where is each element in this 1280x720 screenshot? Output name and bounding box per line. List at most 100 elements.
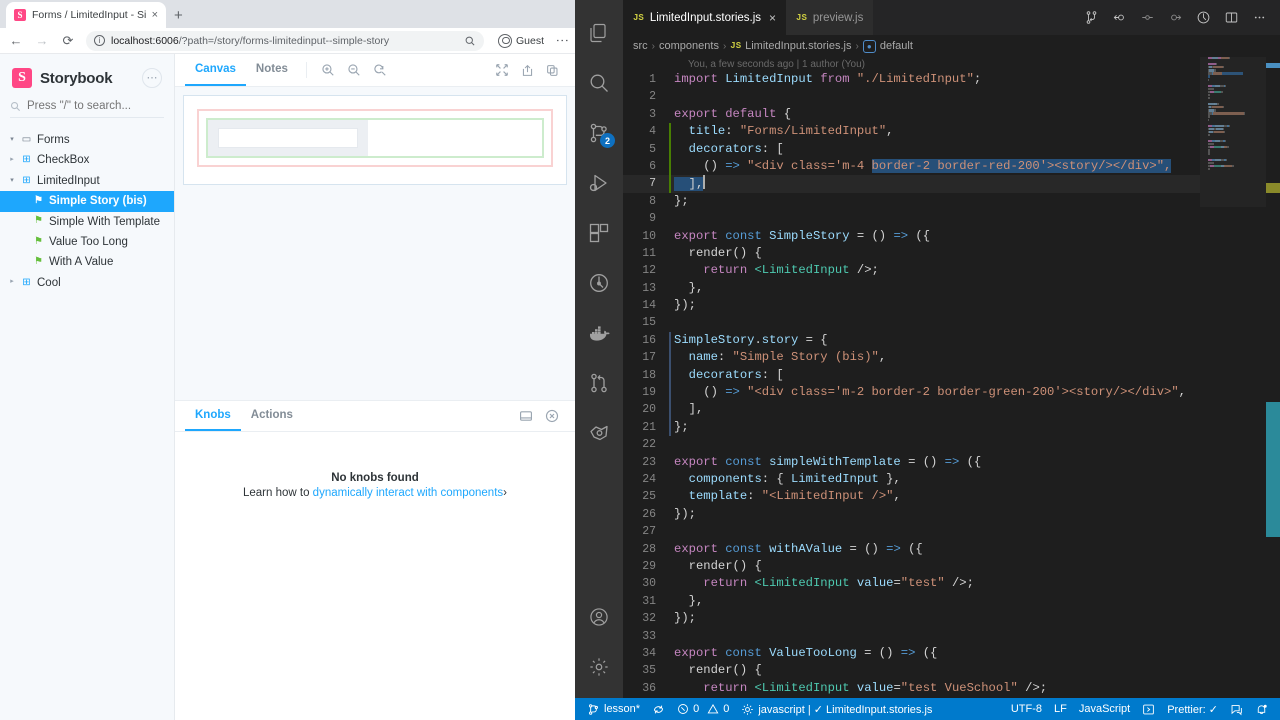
testing-icon[interactable]	[575, 258, 623, 308]
code-line[interactable]: 36 return <LimitedInput value="test VueS…	[623, 680, 1200, 697]
code-line[interactable]: 23 export const simpleWithTemplate = () =…	[623, 454, 1200, 471]
breadcrumb-components[interactable]: components	[659, 40, 719, 52]
close-panel-icon[interactable]	[539, 401, 565, 431]
tree-item-checkbox[interactable]: ▸ ⊞ CheckBox	[0, 150, 174, 170]
split-editor-icon[interactable]	[1218, 5, 1244, 31]
status-prettier[interactable]: Prettier: ✓	[1161, 698, 1224, 720]
status-language-file[interactable]: javascript | ✓ LimitedInput.stories.js	[735, 698, 938, 720]
code-line[interactable]: 9	[623, 210, 1200, 227]
more-actions-icon[interactable]	[1246, 5, 1272, 31]
editor-tab-limitedinput-stories[interactable]: JS LimitedInput.stories.js ×	[623, 0, 787, 35]
code-line[interactable]: 34 export const ValueTooLong = () => ({	[623, 645, 1200, 662]
status-encoding[interactable]: UTF-8	[1005, 698, 1048, 720]
code-line[interactable]: 1 import LimitedInput from "./LimitedInpu…	[623, 71, 1200, 88]
code-line[interactable]: 10 export const SimpleStory = () => ({	[623, 228, 1200, 245]
code-line[interactable]: 32});	[623, 610, 1200, 627]
storybook-brand[interactable]: S Storybook ⋯	[0, 54, 174, 96]
code-line[interactable]: 29 render() {	[623, 558, 1200, 575]
code-line[interactable]: 35 render() {	[623, 662, 1200, 679]
tab-notes[interactable]: Notes	[246, 54, 298, 86]
knobs-docs-link[interactable]: dynamically interact with components	[313, 487, 503, 499]
code-line[interactable]: 16 SimpleStory.story = {	[623, 331, 1200, 350]
code-line[interactable]: 13 },	[623, 280, 1200, 297]
pull-requests-icon[interactable]	[575, 358, 623, 408]
explorer-icon[interactable]	[575, 8, 623, 58]
breadcrumb-file[interactable]: LimitedInput.stories.js	[745, 40, 851, 52]
limited-input-field[interactable]	[218, 128, 358, 148]
code-line[interactable]: 15	[623, 314, 1200, 331]
change-dot-icon[interactable]	[1134, 5, 1160, 31]
code-line[interactable]: 26});	[623, 506, 1200, 523]
tree-item-simple-with-template[interactable]: ⚑ Simple With Template	[0, 212, 174, 232]
storybook-menu-icon[interactable]: ⋯	[142, 68, 162, 88]
copy-link-icon[interactable]	[540, 54, 565, 86]
close-icon[interactable]: ×	[152, 9, 158, 21]
remote-explorer-icon[interactable]	[575, 408, 623, 458]
go-back-change-icon[interactable]	[1106, 5, 1132, 31]
source-control-icon[interactable]: 2	[575, 108, 623, 158]
status-language-mode[interactable]: JavaScript	[1073, 698, 1136, 720]
code-line[interactable]: 12 return <LimitedInput />;	[623, 262, 1200, 279]
settings-gear-icon[interactable]	[575, 642, 623, 692]
code-line[interactable]: 3 export default {	[623, 106, 1200, 123]
zoom-reset-icon[interactable]	[367, 54, 393, 86]
code-line[interactable]: 18 decorators: [	[623, 366, 1200, 385]
chevron-right-icon[interactable]: ▸	[8, 278, 16, 287]
zoom-indicator-icon[interactable]	[464, 35, 476, 47]
minimap[interactable]	[1200, 57, 1266, 698]
code-line[interactable]: 37 }	[623, 697, 1200, 698]
extensions-icon[interactable]	[575, 208, 623, 258]
search-box[interactable]	[10, 100, 164, 118]
status-feedback-icon[interactable]	[1224, 698, 1249, 720]
reload-icon[interactable]: ⟳	[60, 33, 76, 49]
panel-position-icon[interactable]	[513, 401, 539, 431]
status-problems[interactable]: 0 0	[671, 698, 735, 720]
close-icon[interactable]: ×	[769, 11, 776, 25]
profile-button[interactable]: Guest	[494, 33, 548, 48]
tree-item-forms[interactable]: ▾ ▭ Forms	[0, 130, 174, 150]
breadcrumb-src[interactable]: src	[633, 40, 648, 52]
forward-icon[interactable]: →	[34, 33, 50, 48]
code-line[interactable]: 4 title: "Forms/LimitedInput",	[623, 123, 1200, 141]
go-forward-change-icon[interactable]	[1162, 5, 1188, 31]
code-line[interactable]: 11 render() {	[623, 245, 1200, 262]
code-line[interactable]: 25 template: "<LimitedInput />",	[623, 488, 1200, 505]
site-info-icon[interactable]: i	[94, 35, 105, 46]
chevron-down-icon[interactable]: ▾	[8, 177, 16, 186]
code-line[interactable]: 2	[623, 88, 1200, 105]
breadcrumb-symbol-default[interactable]: default	[880, 40, 913, 52]
address-bar[interactable]: i localhost:6006/?path=/story/forms-limi…	[86, 30, 484, 51]
tree-item-cool[interactable]: ▸ ⊞ Cool	[0, 273, 174, 293]
overview-ruler[interactable]	[1266, 57, 1280, 698]
status-eol[interactable]: LF	[1048, 698, 1073, 720]
code-line[interactable]: 22	[623, 436, 1200, 453]
code-line[interactable]: 28 export const withAValue = () => ({	[623, 541, 1200, 558]
code-line[interactable]: 7 ],	[623, 175, 1200, 193]
code-lines[interactable]: 1 import LimitedInput from "./LimitedInpu…	[623, 71, 1200, 698]
code-line[interactable]: 14});	[623, 297, 1200, 314]
code-line[interactable]: 20 ],	[623, 401, 1200, 419]
run-and-debug-icon[interactable]	[575, 158, 623, 208]
tree-item-with-a-value[interactable]: ⚑ With A Value	[0, 252, 174, 272]
status-open-preview-icon[interactable]	[1136, 698, 1161, 720]
fullscreen-icon[interactable]	[489, 54, 515, 86]
code-line[interactable]: 5 decorators: [	[623, 140, 1200, 158]
code-line[interactable]: 27	[623, 523, 1200, 540]
code-line[interactable]: 8};	[623, 193, 1200, 210]
editor-tab-preview[interactable]: JS preview.js	[786, 0, 874, 35]
code-line[interactable]: 30 return <LimitedInput value="test" />;	[623, 575, 1200, 592]
back-icon[interactable]: ←	[8, 33, 24, 48]
chevron-down-icon[interactable]: ▾	[8, 136, 16, 145]
tab-actions[interactable]: Actions	[241, 401, 303, 431]
code-editor[interactable]: You, a few seconds ago | 1 author (You) …	[623, 57, 1280, 698]
timeline-icon[interactable]	[1190, 5, 1216, 31]
tree-item-limitedinput[interactable]: ▾ ⊞ LimitedInput	[0, 171, 174, 191]
tab-canvas[interactable]: Canvas	[185, 54, 246, 86]
status-branch[interactable]: lesson*	[581, 698, 646, 720]
search-icon[interactable]	[575, 58, 623, 108]
new-tab-button[interactable]: +	[174, 7, 183, 24]
accounts-icon[interactable]	[575, 592, 623, 642]
open-in-new-icon[interactable]	[515, 54, 540, 86]
code-line[interactable]: 24 components: { LimitedInput },	[623, 471, 1200, 488]
browser-tab[interactable]: S Forms / LimitedInput - Simple ×	[6, 2, 166, 28]
